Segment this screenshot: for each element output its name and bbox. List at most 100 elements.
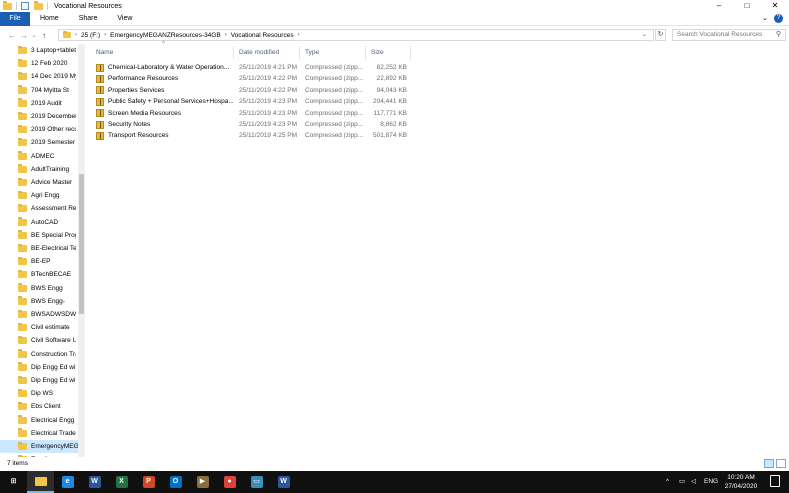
file-explorer-icon[interactable] bbox=[27, 471, 54, 493]
excel-icon[interactable]: X bbox=[108, 471, 135, 493]
nav-folder-label: BWS Engg- bbox=[31, 297, 65, 305]
nav-folder-item[interactable]: 14 Dec 2019 Mya bbox=[18, 70, 76, 83]
large-icons-view-icon[interactable] bbox=[776, 459, 786, 468]
tab-view[interactable]: View bbox=[107, 12, 142, 26]
nav-folder-item[interactable]: Advice Master bbox=[18, 176, 76, 189]
column-divider[interactable] bbox=[233, 46, 234, 59]
keyboard-language[interactable]: ENG bbox=[704, 471, 718, 493]
address-bar[interactable]: › 25 (F:) › EmergencyMEGANZResources-34G… bbox=[58, 29, 654, 41]
nav-folder-item[interactable]: EmergencyMEG bbox=[0, 440, 78, 453]
nav-scroll-thumb[interactable] bbox=[79, 174, 84, 314]
nav-folder-item[interactable]: BWSADWSDWS bbox=[18, 308, 76, 321]
help-icon[interactable]: ? bbox=[774, 14, 783, 23]
edge-glyph: e bbox=[61, 476, 74, 488]
crumb-drive[interactable]: 25 (F:) bbox=[81, 32, 100, 39]
start-icon[interactable]: ⊞ bbox=[0, 471, 27, 493]
nav-folder-item[interactable]: AutoCAD bbox=[18, 216, 76, 229]
word-doc-glyph: W bbox=[277, 476, 290, 488]
word-doc-icon[interactable]: W bbox=[270, 471, 297, 493]
word-icon[interactable]: W bbox=[81, 471, 108, 493]
column-header-type[interactable]: Type bbox=[305, 47, 319, 59]
nav-folder-item[interactable]: Dip Engg Ed with bbox=[18, 361, 76, 374]
tab-file[interactable]: File bbox=[0, 11, 30, 26]
file-size: 22,892 KB bbox=[376, 75, 407, 83]
properties-icon[interactable] bbox=[21, 2, 29, 10]
nav-folder-label: Dip WS bbox=[31, 390, 54, 398]
nav-folder-item[interactable]: Civil estimate bbox=[18, 321, 76, 334]
back-button[interactable]: ← bbox=[6, 31, 18, 40]
nav-folder-item[interactable]: BE Special Progr bbox=[18, 229, 76, 242]
column-header-size[interactable]: Size bbox=[371, 47, 384, 59]
nav-folder-item[interactable]: Dip WS bbox=[18, 387, 76, 400]
nav-folder-item[interactable]: Assessment Reso bbox=[18, 202, 76, 215]
crumb-vocational[interactable]: Vocational Resources bbox=[231, 32, 294, 39]
search-input[interactable]: Search Vocational Resources ⚲ bbox=[672, 29, 786, 41]
nav-folder-item[interactable]: BE-Electrical Tes bbox=[18, 242, 76, 255]
ribbon-right: ⌄ ? bbox=[762, 14, 783, 23]
nav-folder-item[interactable]: Ebs Client bbox=[18, 400, 76, 413]
tab-home[interactable]: Home bbox=[30, 12, 69, 26]
media-icon[interactable]: ▶ bbox=[189, 471, 216, 493]
nav-folder-item[interactable]: 2019 Audit bbox=[18, 97, 76, 110]
edge-icon[interactable]: e bbox=[54, 471, 81, 493]
close-button[interactable]: ✕ bbox=[761, 0, 789, 12]
file-type: Compressed (zipp... bbox=[305, 121, 364, 128]
forward-button[interactable]: → bbox=[18, 31, 30, 40]
notifications-icon[interactable] bbox=[770, 475, 780, 487]
column-divider[interactable] bbox=[365, 46, 366, 59]
nav-folder-item[interactable]: 2019 Other reco bbox=[18, 123, 76, 136]
nav-folder-item[interactable]: Electrical Trade T bbox=[18, 427, 76, 440]
tab-share[interactable]: Share bbox=[69, 12, 108, 26]
powerpoint-icon[interactable]: P bbox=[135, 471, 162, 493]
nav-folder-item[interactable]: Construction Tra bbox=[18, 348, 76, 361]
nav-folder-item[interactable]: Dip Engg Ed with bbox=[18, 374, 76, 387]
network-icon[interactable]: ▭ bbox=[679, 471, 685, 493]
nav-folder-item[interactable]: 12 Feb 2020 bbox=[18, 57, 76, 70]
nav-folder-item[interactable]: ADMEC bbox=[18, 150, 76, 163]
search-icon[interactable]: ⚲ bbox=[776, 30, 781, 40]
nav-folder-item[interactable]: BWS Engg bbox=[18, 282, 76, 295]
nav-folder-item[interactable]: BWS Engg- bbox=[18, 295, 76, 308]
chrome-icon[interactable]: ● bbox=[216, 471, 243, 493]
up-button[interactable]: ↑ bbox=[38, 31, 50, 40]
tray-chevron-icon[interactable]: ^ bbox=[666, 471, 669, 493]
folder-icon bbox=[18, 71, 27, 81]
nav-folder-item[interactable]: BTechBECAE bbox=[18, 268, 76, 281]
file-name: Performance Resources bbox=[108, 75, 179, 83]
remote-desktop-icon[interactable]: ▭ bbox=[243, 471, 270, 493]
nav-scrollbar[interactable] bbox=[78, 44, 85, 457]
nav-folder-item[interactable]: 704 Myitta St bbox=[18, 84, 76, 97]
new-folder-icon[interactable] bbox=[34, 1, 43, 10]
expand-ribbon-icon[interactable]: ⌄ bbox=[762, 14, 768, 23]
nav-folder-item[interactable]: Electrical Engg T bbox=[18, 414, 76, 427]
nav-folder-item[interactable]: Civil Software Up bbox=[18, 334, 76, 347]
nav-folder-item[interactable]: Emailo bbox=[18, 453, 76, 457]
file-date: 25/11/2019 4:25 PM bbox=[239, 132, 298, 140]
outlook-icon[interactable]: O bbox=[162, 471, 189, 493]
column-divider[interactable] bbox=[410, 46, 411, 59]
file-date: 25/11/2019 4:23 PM bbox=[239, 109, 298, 117]
minimize-button[interactable]: – bbox=[705, 0, 733, 12]
chevron-down-icon[interactable]: ⌄ bbox=[642, 30, 647, 40]
nav-folder-item[interactable]: 3 Laptop+tablet bbox=[18, 44, 76, 57]
crumb-separator: › bbox=[104, 32, 107, 38]
divider bbox=[47, 2, 48, 10]
zip-folder-icon bbox=[96, 97, 104, 106]
details-view-icon[interactable] bbox=[764, 459, 774, 468]
column-divider[interactable] bbox=[299, 46, 300, 59]
column-header-date[interactable]: Date modified bbox=[239, 47, 279, 59]
nav-folder-item[interactable]: Agri Engg bbox=[18, 189, 76, 202]
crumb-emergency[interactable]: EmergencyMEGANZResources-34GB bbox=[110, 32, 221, 39]
folder-icon bbox=[18, 415, 27, 424]
column-header-name[interactable]: Name bbox=[96, 47, 113, 59]
nav-folder-item[interactable]: AdultTraining bbox=[18, 163, 76, 176]
nav-folder-item[interactable]: BE-EP bbox=[18, 255, 76, 268]
file-size: 204,441 KB bbox=[373, 98, 407, 106]
recent-locations-button[interactable]: ⌄ bbox=[30, 32, 38, 39]
nav-folder-item[interactable]: 2019 December bbox=[18, 110, 76, 123]
volume-icon[interactable]: ◁ bbox=[691, 471, 696, 493]
clock[interactable]: 10:20 AM 27/04/2020 bbox=[718, 473, 764, 491]
refresh-button[interactable]: ↻ bbox=[655, 29, 666, 41]
maximize-button[interactable]: □ bbox=[733, 0, 761, 12]
nav-folder-item[interactable]: 2019 Semester 2 bbox=[18, 136, 76, 149]
